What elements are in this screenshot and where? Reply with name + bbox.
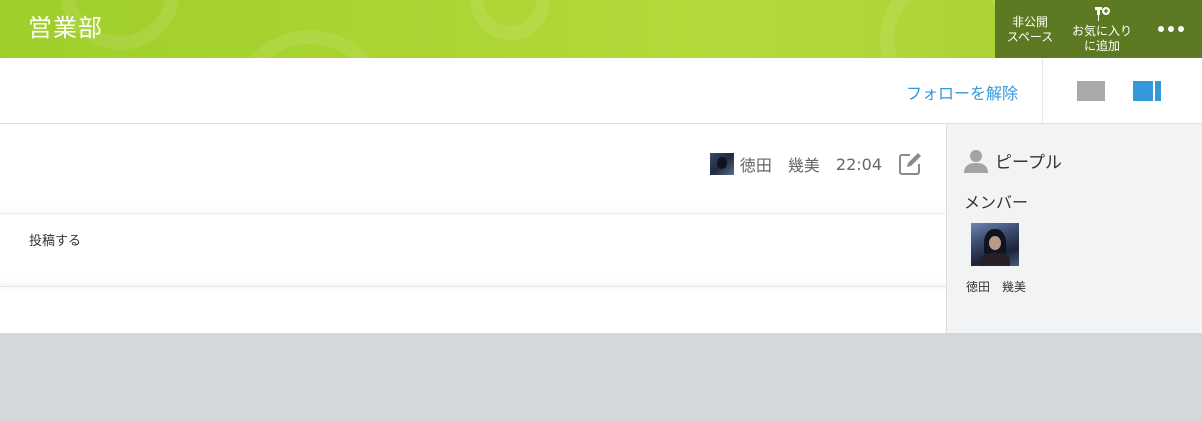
post-meta: 徳田 幾美 22:04 [709,152,922,176]
space-header: 営業部 非公開 スペース お気に入り に追加 [0,0,1202,58]
people-title: ピープル [995,153,1062,173]
private-space-button[interactable]: 非公開 スペース [995,0,1065,58]
composer-label[interactable]: 投稿する [29,230,81,249]
members-label: メンバー [964,193,1029,212]
more-options-button[interactable] [1139,0,1202,58]
post-author[interactable]: 徳田 幾美 [740,152,820,176]
post-composer[interactable] [0,213,946,287]
private-label-line1: 非公開 [1011,15,1048,29]
people-sidebar: ピープル メンバー 徳田 幾美 [946,124,1202,333]
space-title: 営業部 [28,14,103,42]
favorite-label-line1: お気に入り [1071,23,1132,38]
member-name[interactable]: 徳田 幾美 [966,278,1026,295]
private-label-line2: スペース [1006,30,1054,44]
header-decoration [230,30,390,58]
pin-add-icon [1095,6,1110,21]
add-favorite-button[interactable]: お気に入り に追加 [1065,0,1139,58]
two-column-layout-icon[interactable] [1133,81,1161,101]
main-content: 徳田 幾美 22:04 投稿する [0,124,946,333]
people-header: ピープル [963,148,1062,173]
member-avatar[interactable] [971,223,1019,266]
post-time: 22:04 [835,154,882,174]
ellipsis-icon [1157,26,1184,32]
edit-icon[interactable] [898,152,922,176]
person-icon [964,149,988,173]
favorite-label-line2: に追加 [1083,38,1120,53]
unfollow-link[interactable]: フォローを解除 [906,80,1018,104]
header-actions: 非公開 スペース お気に入り に追加 [995,0,1202,58]
toolbar: フォローを解除 [0,58,1202,124]
toolbar-divider [1042,58,1043,124]
single-column-layout-icon[interactable] [1077,81,1105,101]
author-avatar[interactable] [709,153,734,175]
header-decoration [470,0,550,40]
